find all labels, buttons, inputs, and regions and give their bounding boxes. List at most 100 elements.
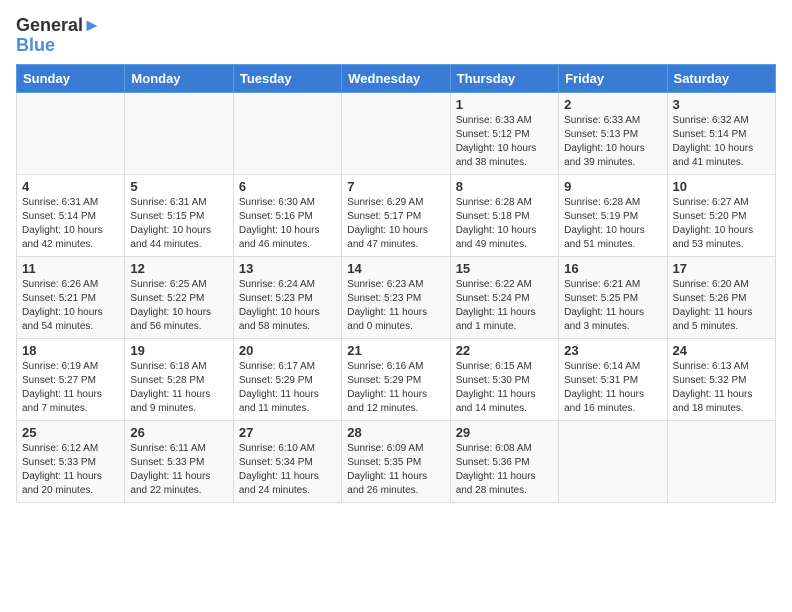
day-cell: 21Sunrise: 6:16 AMSunset: 5:29 PMDayligh… xyxy=(342,338,450,420)
day-number: 15 xyxy=(456,261,553,276)
day-number: 23 xyxy=(564,343,661,358)
day-number: 12 xyxy=(130,261,227,276)
day-info: Sunrise: 6:31 AMSunset: 5:15 PMDaylight:… xyxy=(130,196,227,252)
day-cell: 20 Sunrise: 6:17 AMSunset: 5:29 PMDayligh… xyxy=(233,338,341,420)
day-info: Sunrise: 6:26 AMSunset: 5:21 PMDaylight:… xyxy=(22,278,119,334)
day-cell: 23 Sunrise: 6:14 AMSunset: 5:31 PMDayligh… xyxy=(559,338,667,420)
day-info: Sunrise: 6:32 AMSunset: 5:14 PMDaylight:… xyxy=(673,114,770,170)
day-number: 7 xyxy=(347,179,444,194)
day-number: 26 xyxy=(130,425,227,440)
day-info: Sunrise: 6:33 AMSunset: 5:12 PMDaylight:… xyxy=(456,114,553,170)
logo-wordmark: General► Blue xyxy=(16,16,101,56)
day-cell: 8 Sunrise: 6:28 AMSunset: 5:18 PMDaylight… xyxy=(450,174,558,256)
day-cell: 6Sunrise: 6:30 AMSunset: 5:16 PMDaylight… xyxy=(233,174,341,256)
day-cell: 7Sunrise: 6:29 AMSunset: 5:17 PMDaylight… xyxy=(342,174,450,256)
day-number: 4 xyxy=(22,179,119,194)
week-row-1: 1 Sunrise: 6:33 AMSunset: 5:12 PMDaylight… xyxy=(17,92,776,174)
day-cell: 12 Sunrise: 6:25 AMSunset: 5:22 PMDayligh… xyxy=(125,256,233,338)
day-info: Sunrise: 6:17 AMSunset: 5:29 PMDaylight:… xyxy=(239,360,336,416)
day-cell: 11 Sunrise: 6:26 AMSunset: 5:21 PMDayligh… xyxy=(17,256,125,338)
day-info: Sunrise: 6:27 AMSunset: 5:20 PMDaylight:… xyxy=(673,196,770,252)
day-info: Sunrise: 6:14 AMSunset: 5:31 PMDaylight:… xyxy=(564,360,661,416)
week-row-2: 4 Sunrise: 6:31 AMSunset: 5:14 PMDaylight… xyxy=(17,174,776,256)
day-number: 6 xyxy=(239,179,336,194)
day-info: Sunrise: 6:22 AMSunset: 5:24 PMDaylight:… xyxy=(456,278,553,334)
day-cell: 10 Sunrise: 6:27 AMSunset: 5:20 PMDayligh… xyxy=(667,174,775,256)
day-number: 21 xyxy=(347,343,444,358)
day-number: 2 xyxy=(564,97,661,112)
day-info: Sunrise: 6:19 AMSunset: 5:27 PMDaylight:… xyxy=(22,360,119,416)
day-info: Sunrise: 6:12 AMSunset: 5:33 PMDaylight:… xyxy=(22,442,119,498)
day-number: 25 xyxy=(22,425,119,440)
day-info: Sunrise: 6:33 AMSunset: 5:13 PMDaylight:… xyxy=(564,114,661,170)
day-info: Sunrise: 6:18 AMSunset: 5:28 PMDaylight:… xyxy=(130,360,227,416)
day-info: Sunrise: 6:09 AMSunset: 5:35 PMDaylight:… xyxy=(347,442,444,498)
day-number: 10 xyxy=(673,179,770,194)
day-cell: 19 Sunrise: 6:18 AMSunset: 5:28 PMDayligh… xyxy=(125,338,233,420)
logo: General► Blue xyxy=(16,16,101,56)
header-day-saturday: Saturday xyxy=(667,64,775,92)
day-cell xyxy=(17,92,125,174)
day-number: 3 xyxy=(673,97,770,112)
day-cell: 13 Sunrise: 6:24 AMSunset: 5:23 PMDayligh… xyxy=(233,256,341,338)
day-cell xyxy=(125,92,233,174)
day-info: Sunrise: 6:10 AMSunset: 5:34 PMDaylight:… xyxy=(239,442,336,498)
day-number: 11 xyxy=(22,261,119,276)
day-info: Sunrise: 6:31 AMSunset: 5:14 PMDaylight:… xyxy=(22,196,119,252)
day-info: Sunrise: 6:23 AMSunset: 5:23 PMDaylight:… xyxy=(347,278,444,334)
day-number: 22 xyxy=(456,343,553,358)
calendar-table: SundayMondayTuesdayWednesdayThursdayFrid… xyxy=(16,64,776,503)
logo-general: General► xyxy=(16,16,101,36)
day-cell: 2 Sunrise: 6:33 AMSunset: 5:13 PMDaylight… xyxy=(559,92,667,174)
day-cell: 27 Sunrise: 6:10 AMSunset: 5:34 PMDayligh… xyxy=(233,420,341,502)
day-cell: 3 Sunrise: 6:32 AMSunset: 5:14 PMDaylight… xyxy=(667,92,775,174)
day-cell xyxy=(233,92,341,174)
week-row-5: 25 Sunrise: 6:12 AMSunset: 5:33 PMDayligh… xyxy=(17,420,776,502)
day-cell xyxy=(667,420,775,502)
day-cell: 9 Sunrise: 6:28 AMSunset: 5:19 PMDaylight… xyxy=(559,174,667,256)
header-day-monday: Monday xyxy=(125,64,233,92)
day-number: 8 xyxy=(456,179,553,194)
header-day-thursday: Thursday xyxy=(450,64,558,92)
day-number: 20 xyxy=(239,343,336,358)
day-number: 17 xyxy=(673,261,770,276)
day-cell: 1 Sunrise: 6:33 AMSunset: 5:12 PMDaylight… xyxy=(450,92,558,174)
day-cell: 26 Sunrise: 6:11 AMSunset: 5:33 PMDayligh… xyxy=(125,420,233,502)
day-number: 29 xyxy=(456,425,553,440)
day-number: 18 xyxy=(22,343,119,358)
logo-blue: Blue xyxy=(16,36,101,56)
day-cell: 29 Sunrise: 6:08 AMSunset: 5:36 PMDayligh… xyxy=(450,420,558,502)
header-day-sunday: Sunday xyxy=(17,64,125,92)
day-info: Sunrise: 6:20 AMSunset: 5:26 PMDaylight:… xyxy=(673,278,770,334)
day-cell xyxy=(342,92,450,174)
day-cell: 14 Sunrise: 6:23 AMSunset: 5:23 PMDayligh… xyxy=(342,256,450,338)
day-number: 24 xyxy=(673,343,770,358)
day-info: Sunrise: 6:24 AMSunset: 5:23 PMDaylight:… xyxy=(239,278,336,334)
day-info: Sunrise: 6:11 AMSunset: 5:33 PMDaylight:… xyxy=(130,442,227,498)
day-number: 1 xyxy=(456,97,553,112)
day-number: 28 xyxy=(347,425,444,440)
day-number: 9 xyxy=(564,179,661,194)
day-cell: 15 Sunrise: 6:22 AMSunset: 5:24 PMDayligh… xyxy=(450,256,558,338)
day-number: 19 xyxy=(130,343,227,358)
day-cell: 25 Sunrise: 6:12 AMSunset: 5:33 PMDayligh… xyxy=(17,420,125,502)
day-cell: 4 Sunrise: 6:31 AMSunset: 5:14 PMDaylight… xyxy=(17,174,125,256)
day-info: Sunrise: 6:13 AMSunset: 5:32 PMDaylight:… xyxy=(673,360,770,416)
day-number: 16 xyxy=(564,261,661,276)
day-cell: 24 Sunrise: 6:13 AMSunset: 5:32 PMDayligh… xyxy=(667,338,775,420)
day-number: 5 xyxy=(130,179,227,194)
day-number: 13 xyxy=(239,261,336,276)
day-info: Sunrise: 6:28 AMSunset: 5:18 PMDaylight:… xyxy=(456,196,553,252)
day-number: 27 xyxy=(239,425,336,440)
day-cell: 28 Sunrise: 6:09 AMSunset: 5:35 PMDayligh… xyxy=(342,420,450,502)
day-cell: 5 Sunrise: 6:31 AMSunset: 5:15 PMDaylight… xyxy=(125,174,233,256)
day-cell: 22Sunrise: 6:15 AMSunset: 5:30 PMDayligh… xyxy=(450,338,558,420)
day-info: Sunrise: 6:25 AMSunset: 5:22 PMDaylight:… xyxy=(130,278,227,334)
day-number: 14 xyxy=(347,261,444,276)
day-info: Sunrise: 6:21 AMSunset: 5:25 PMDaylight:… xyxy=(564,278,661,334)
header: General► Blue xyxy=(16,16,776,56)
header-row: SundayMondayTuesdayWednesdayThursdayFrid… xyxy=(17,64,776,92)
day-info: Sunrise: 6:28 AMSunset: 5:19 PMDaylight:… xyxy=(564,196,661,252)
header-day-friday: Friday xyxy=(559,64,667,92)
day-info: Sunrise: 6:08 AMSunset: 5:36 PMDaylight:… xyxy=(456,442,553,498)
